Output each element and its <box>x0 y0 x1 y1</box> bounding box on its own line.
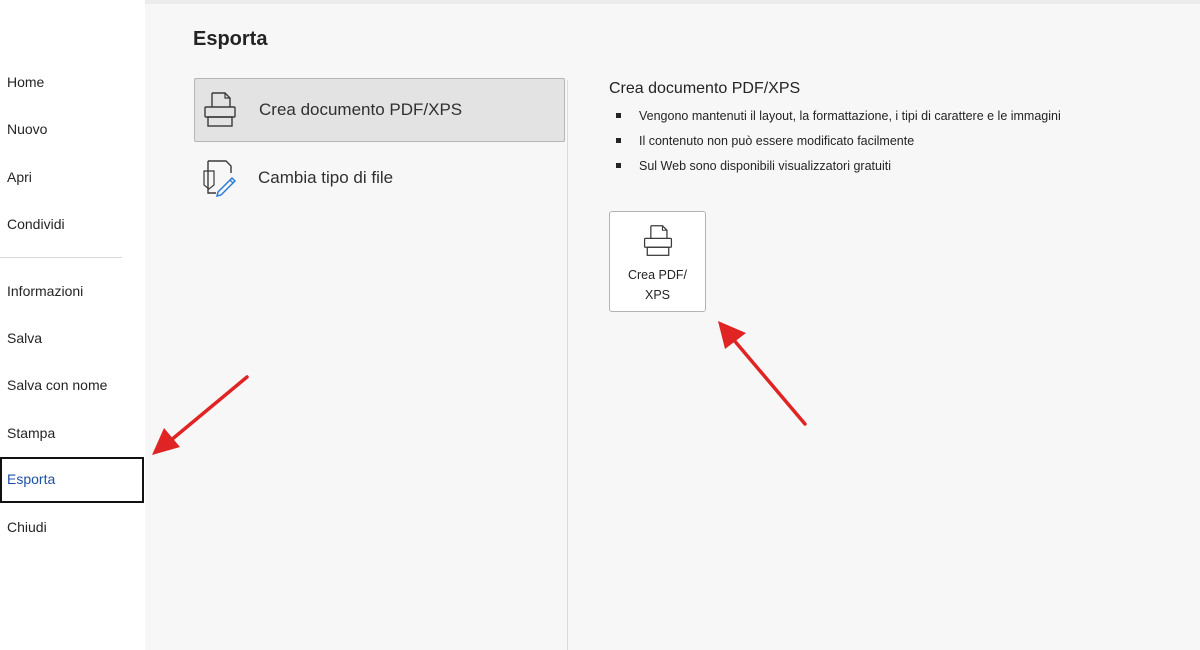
create-pdf-xps-label: Crea PDF/ XPS <box>627 268 688 302</box>
pdf-document-icon <box>643 225 673 256</box>
bullet-text: Vengono mantenuti il layout, la formatta… <box>639 109 1061 123</box>
nav-item-informazioni[interactable]: Informazioni <box>0 269 145 313</box>
create-pdf-xps-button[interactable]: Crea PDF/ XPS <box>609 211 706 312</box>
detail-bullet-list: Vengono mantenuti il layout, la formatta… <box>612 104 1061 179</box>
nav-item-salva[interactable]: Salva <box>0 316 145 360</box>
option-label: Crea documento PDF/XPS <box>259 100 463 119</box>
nav-item-condividi[interactable]: Condividi <box>0 202 145 246</box>
panel-divider <box>567 80 568 650</box>
main-top-border <box>145 0 1200 4</box>
nav-item-nuovo[interactable]: Nuovo <box>0 107 145 151</box>
nav-item-home[interactable]: Home <box>0 60 145 104</box>
bullet-square-icon <box>616 138 621 143</box>
bullet-square-icon <box>616 163 621 168</box>
bullet-item: Sul Web sono disponibili visualizzatori … <box>612 154 1061 179</box>
page-title: Esporta <box>193 28 268 50</box>
nav-divider <box>0 257 122 258</box>
bullet-item: Il contenuto non può essere modificato f… <box>612 129 1061 154</box>
bullet-item: Vengono mantenuti il layout, la formatta… <box>612 104 1061 129</box>
nav-item-chiudi[interactable]: Chiudi <box>0 505 145 549</box>
pdf-document-icon <box>204 92 236 127</box>
bullet-text: Il contenuto non può essere modificato f… <box>639 134 915 148</box>
nav-item-salva-con-nome[interactable]: Salva con nome <box>0 363 145 407</box>
change-file-type-icon <box>203 160 236 197</box>
option-crea-pdf-xps[interactable]: Crea documento PDF/XPS <box>194 78 565 142</box>
bullet-text: Sul Web sono disponibili visualizzatori … <box>639 159 891 173</box>
nav-item-apri[interactable]: Apri <box>0 155 145 199</box>
detail-title: Crea documento PDF/XPS <box>609 80 801 97</box>
nav-item-esporta[interactable]: Esporta <box>0 457 144 503</box>
backstage-sidebar: Home Nuovo Apri Condividi Informazioni S… <box>0 0 145 650</box>
option-label: Cambia tipo di file <box>258 168 394 187</box>
bullet-square-icon <box>616 113 621 118</box>
nav-item-stampa[interactable]: Stampa <box>0 411 145 455</box>
option-cambia-tipo-file[interactable]: Cambia tipo di file <box>194 147 565 211</box>
